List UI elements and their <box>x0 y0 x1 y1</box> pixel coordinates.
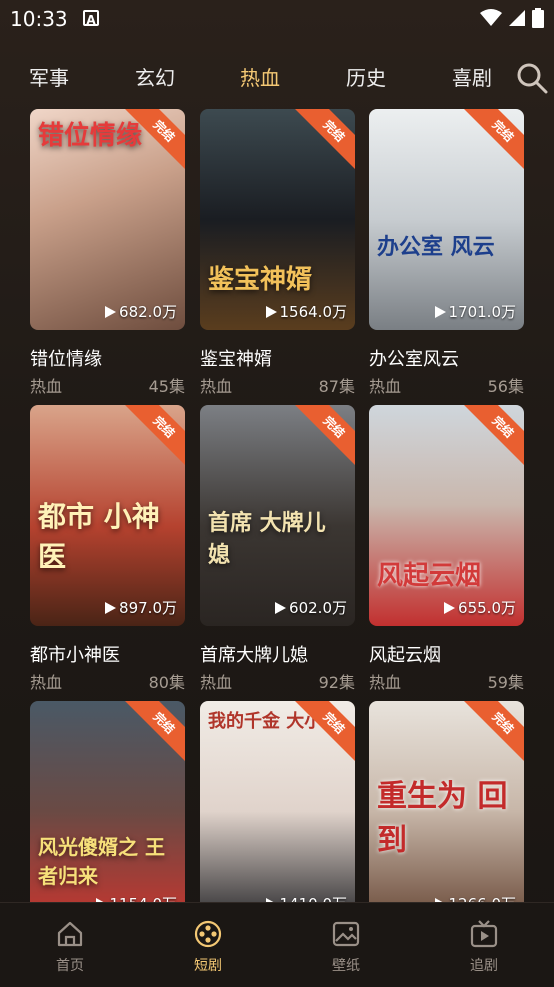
tab-hot-blood[interactable]: 热血 <box>240 62 280 91</box>
play-count: 682.0万 <box>104 301 177 322</box>
episode-count: 56集 <box>487 377 524 396</box>
drama-genre: 热血 <box>369 377 402 396</box>
poster-title-art: 都市 小神医 <box>38 500 160 573</box>
drama-card[interactable]: 风起云烟 完结 655.0万 风起云烟 热血 59集 <box>369 405 524 692</box>
poster-title-art: 风起云烟 <box>377 561 482 591</box>
poster: 风起云烟 完结 655.0万 <box>369 405 524 626</box>
play-count: 1701.0万 <box>434 301 517 322</box>
play-count: 897.0万 <box>104 597 177 618</box>
drama-title: 首席大牌儿媳 <box>200 645 308 666</box>
signal-icon <box>509 10 525 26</box>
poster-title-art: 办公室 风云 <box>377 235 495 260</box>
drama-card[interactable]: 都市 小神医 完结 897.0万 都市小神医 热血 80集 <box>30 405 185 692</box>
drama-genre: 热血 <box>30 673 63 692</box>
drama-title: 错位情缘 <box>30 349 102 370</box>
play-count-value: 1564.0万 <box>279 303 348 321</box>
drama-card[interactable]: 风光傻婿之 王者归来 完结 1154.0万 <box>30 701 185 922</box>
nav-home[interactable]: 首页 <box>30 919 110 975</box>
episode-count: 59集 <box>487 673 524 692</box>
poster: 都市 小神医 完结 897.0万 <box>30 405 185 626</box>
play-icon <box>434 305 446 318</box>
episode-count: 45集 <box>148 377 185 396</box>
poster: 我的千金 大小姐 完结 1410.0万 <box>200 701 355 922</box>
drama-card[interactable]: 鉴宝神婿 完结 1564.0万 鉴宝神婿 热血 87集 <box>200 109 355 396</box>
play-count-value: 897.0万 <box>119 599 177 617</box>
drama-genre: 热血 <box>200 673 233 692</box>
drama-card[interactable]: 首席 大牌儿媳 完结 602.0万 首席大牌儿媳 热血 92集 <box>200 405 355 692</box>
film-reel-icon <box>194 920 222 948</box>
poster: 鉴宝神婿 完结 1564.0万 <box>200 109 355 330</box>
nav-home-label: 首页 <box>56 958 84 974</box>
play-count-value: 602.0万 <box>289 599 347 617</box>
drama-genre: 热血 <box>369 673 402 692</box>
nav-short-drama[interactable]: 短剧 <box>168 919 248 975</box>
poster: 风光傻婿之 王者归来 完结 1154.0万 <box>30 701 185 922</box>
poster: 错位情缘 完结 682.0万 <box>30 109 185 330</box>
play-count: 602.0万 <box>274 597 347 618</box>
play-count: 1564.0万 <box>265 301 348 322</box>
tab-history[interactable]: 历史 <box>346 62 386 91</box>
nav-short-drama-label: 短剧 <box>194 958 222 974</box>
drama-genre: 热血 <box>30 377 63 396</box>
play-count-value: 682.0万 <box>119 303 177 321</box>
play-count-value: 1701.0万 <box>448 303 517 321</box>
drama-title: 办公室风云 <box>369 349 459 370</box>
home-icon <box>57 921 83 947</box>
poster-title-art: 重生为 回到 <box>377 779 508 858</box>
tab-military[interactable]: 军事 <box>29 62 69 91</box>
category-tab-bar: 军事 玄幻 热血 历史 喜剧 <box>0 52 554 98</box>
episode-count: 87集 <box>318 377 355 396</box>
drama-title: 鉴宝神婿 <box>200 349 272 370</box>
poster: 办公室 风云 完结 1701.0万 <box>369 109 524 330</box>
nav-wallpaper[interactable]: 壁纸 <box>306 919 386 975</box>
drama-genre: 热血 <box>200 377 233 396</box>
drama-card[interactable]: 办公室 风云 完结 1701.0万 办公室风云 热血 56集 <box>369 109 524 396</box>
drama-title: 都市小神医 <box>30 645 120 666</box>
status-time: 10:33 <box>10 7 68 31</box>
play-icon <box>275 601 287 614</box>
poster-title-art: 风光傻婿之 王者归来 <box>38 835 165 888</box>
bottom-nav: 首页 短剧 壁纸 追剧 <box>0 902 554 987</box>
drama-card[interactable]: 错位情缘 完结 682.0万 错位情缘 热血 45集 <box>30 109 185 396</box>
play-icon <box>265 305 277 318</box>
nav-wallpaper-label: 壁纸 <box>332 958 360 974</box>
search-icon[interactable] <box>516 62 548 94</box>
episode-count: 80集 <box>148 673 185 692</box>
play-count: 655.0万 <box>443 597 516 618</box>
status-icons <box>480 8 544 28</box>
battery-icon <box>532 8 544 28</box>
play-icon <box>105 305 117 318</box>
tv-play-icon <box>470 920 498 948</box>
drama-card[interactable]: 重生为 回到 完结 1266.0万 <box>369 701 524 922</box>
episode-count: 92集 <box>318 673 355 692</box>
image-icon <box>332 921 360 947</box>
poster: 首席 大牌儿媳 完结 602.0万 <box>200 405 355 626</box>
status-bar: 10:33 A <box>0 0 554 40</box>
poster: 重生为 回到 完结 1266.0万 <box>369 701 524 922</box>
status-indicator-icon: A <box>83 10 99 27</box>
nav-follow-label: 追剧 <box>470 958 498 974</box>
tab-comedy[interactable]: 喜剧 <box>452 62 492 91</box>
wifi-icon <box>480 9 502 26</box>
nav-follow[interactable]: 追剧 <box>444 919 524 975</box>
poster-title-art: 首席 大牌儿媳 <box>208 511 326 568</box>
drama-title: 风起云烟 <box>369 645 441 666</box>
play-icon <box>444 601 456 614</box>
tab-fantasy[interactable]: 玄幻 <box>135 62 175 91</box>
play-icon <box>105 601 117 614</box>
poster-title-art: 鉴宝神婿 <box>208 265 313 295</box>
drama-card[interactable]: 我的千金 大小姐 完结 1410.0万 <box>200 701 355 922</box>
play-count-value: 655.0万 <box>458 599 516 617</box>
